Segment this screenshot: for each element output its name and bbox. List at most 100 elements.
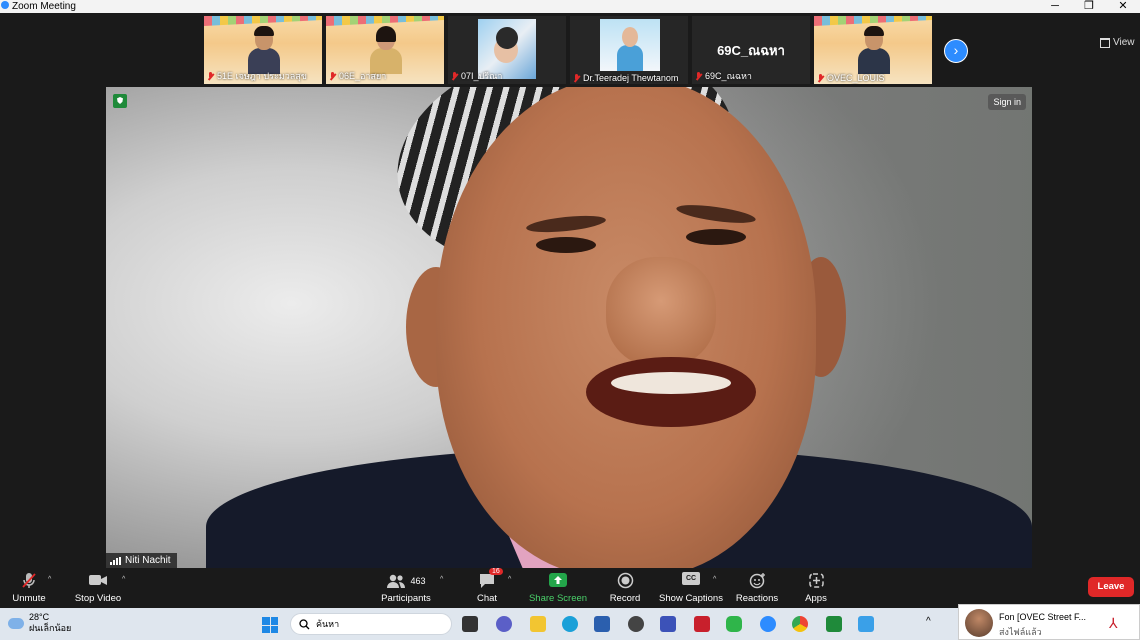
weather-widget[interactable]: 28°C ฝนเล็กน้อย (8, 612, 71, 634)
task-view-icon[interactable] (462, 616, 478, 632)
tray-chevron-icon[interactable]: ^ (926, 616, 931, 627)
meeting-toolbar: Unmute ^ Stop Video ^ 463 Participants ^… (0, 568, 1140, 608)
participant-name: 69C_ณฉหา (705, 71, 752, 81)
search-placeholder: ค้นหา (316, 619, 340, 629)
app-icon[interactable] (660, 616, 676, 632)
participant-name: 51E เจษฎา ประมวลสุข (217, 71, 307, 81)
avatar (965, 609, 993, 637)
record-icon (606, 572, 644, 589)
share-screen-label: Share Screen (528, 593, 588, 604)
reactions-icon (734, 572, 780, 589)
participant-name: OVEC_LOUIS (827, 73, 885, 83)
muted-mic-icon (817, 73, 824, 83)
muted-mic-icon (207, 71, 214, 81)
notification-title: Fon [OVEC Street F... (999, 612, 1087, 622)
muted-mic-icon (573, 73, 580, 83)
participant-name: 06E_อาสยา (339, 71, 387, 81)
apps-button[interactable]: Apps (800, 572, 832, 604)
view-button[interactable]: View (1100, 37, 1135, 48)
speaker-label: Niti Nachit (106, 553, 177, 568)
weather-cloud-icon (8, 613, 24, 629)
minimize-button[interactable]: ─ (1040, 0, 1070, 13)
title-bar: Zoom Meeting ─ ❐ ✕ (0, 0, 1140, 13)
participant-tile[interactable]: OVEC_LOUIS (814, 16, 932, 84)
edge-icon[interactable] (562, 616, 578, 632)
show-captions-label: Show Captions (659, 593, 723, 604)
pdf-icon: ⅄ (1109, 615, 1118, 631)
participants-button[interactable]: 463 Participants (378, 572, 434, 604)
participants-label: Participants (381, 593, 431, 604)
chat-button[interactable]: 16 Chat (470, 568, 504, 604)
main-video: Sign in Niti Nachit (106, 87, 1032, 568)
participant-tile[interactable]: 06E_อาสยา (326, 16, 444, 84)
mcafee-icon[interactable] (694, 616, 710, 632)
audio-options-caret[interactable]: ^ (48, 576, 51, 583)
muted-mic-icon (451, 71, 458, 81)
store-icon[interactable] (594, 616, 610, 632)
search-icon (299, 618, 310, 629)
record-button[interactable]: Record (606, 572, 644, 604)
participants-count: 463 (410, 575, 426, 586)
leave-button[interactable]: Leave (1088, 577, 1134, 597)
chevron-right-icon: › (953, 42, 959, 58)
participant-tile[interactable]: Dr.Teeradej Thewtanom (570, 16, 688, 84)
record-label: Record (609, 593, 641, 604)
participant-name: Dr.Teeradej Thewtanom (583, 73, 679, 83)
view-grid-icon (1100, 37, 1110, 48)
participant-display-name: 69C_ณฉหา (717, 43, 785, 58)
participant-video (858, 26, 890, 74)
weather-temp: 28°C (29, 612, 50, 622)
app-icon[interactable] (858, 616, 874, 632)
chat-label: Chat (476, 593, 498, 604)
reactions-button[interactable]: Reactions (734, 572, 780, 604)
unmute-label: Unmute (12, 593, 46, 604)
muted-mic-icon (695, 71, 702, 81)
video-camera-icon (74, 572, 122, 589)
window-title: Zoom Meeting (12, 1, 76, 12)
muted-mic-icon (329, 71, 336, 81)
taskbar-search[interactable]: ค้นหา (290, 613, 452, 635)
participants-icon (387, 574, 406, 588)
next-page-button[interactable]: › (944, 39, 968, 63)
stop-video-button[interactable]: Stop Video (74, 572, 122, 604)
close-button[interactable]: ✕ (1108, 0, 1138, 13)
app-icon[interactable] (826, 616, 842, 632)
notification-toast[interactable]: Fon [OVEC Street F... ส่งไฟล์แล้ว ⅄ (958, 604, 1140, 640)
chat-options-caret[interactable]: ^ (508, 576, 511, 583)
share-screen-button[interactable]: Share Screen (528, 572, 588, 604)
video-options-caret[interactable]: ^ (122, 576, 125, 583)
participant-video (248, 26, 280, 74)
sign-in-button[interactable]: Sign in (988, 94, 1026, 110)
maximize-button[interactable]: ❐ (1074, 0, 1104, 13)
app-icon[interactable] (628, 616, 644, 632)
line-icon[interactable] (726, 616, 742, 632)
windows-start-icon[interactable] (262, 617, 278, 633)
apps-label: Apps (805, 593, 827, 604)
participants-options-caret[interactable]: ^ (440, 576, 443, 583)
speaker-name: Niti Nachit (125, 555, 171, 566)
chrome-icon[interactable] (792, 616, 808, 632)
file-explorer-icon[interactable] (530, 616, 546, 632)
apps-icon (800, 572, 832, 589)
unmute-button[interactable]: Unmute (10, 572, 48, 604)
zoom-icon[interactable] (760, 616, 776, 632)
participant-video (370, 26, 402, 74)
share-screen-icon (528, 572, 588, 589)
participant-name: 07I_ปรีณา (461, 71, 503, 81)
security-shield-icon[interactable] (113, 94, 127, 108)
view-label: View (1113, 37, 1135, 48)
participant-tile[interactable]: 51E เจษฎา ประมวลสุข (204, 16, 322, 84)
notification-subtitle: ส่งไฟล์แล้ว (999, 627, 1042, 637)
teams-icon[interactable] (496, 616, 512, 632)
participant-photo (600, 19, 660, 71)
reactions-label: Reactions (735, 593, 779, 604)
chat-unread-badge: 16 (489, 568, 503, 575)
zoom-logo-icon (1, 1, 9, 9)
participant-tile[interactable]: 07I_ปรีณา (448, 16, 566, 84)
signal-bars-icon (110, 556, 121, 565)
participant-tile[interactable]: 69C_ณฉหา 69C_ณฉหา (692, 16, 810, 84)
gallery-strip: 51E เจษฎา ประมวลสุข 06E_อาสยา 07I_ปรีณา … (0, 13, 1140, 86)
stop-video-label: Stop Video (74, 593, 122, 604)
captions-options-caret[interactable]: ^ (713, 576, 716, 583)
weather-desc: ฝนเล็กน้อย (29, 623, 72, 633)
